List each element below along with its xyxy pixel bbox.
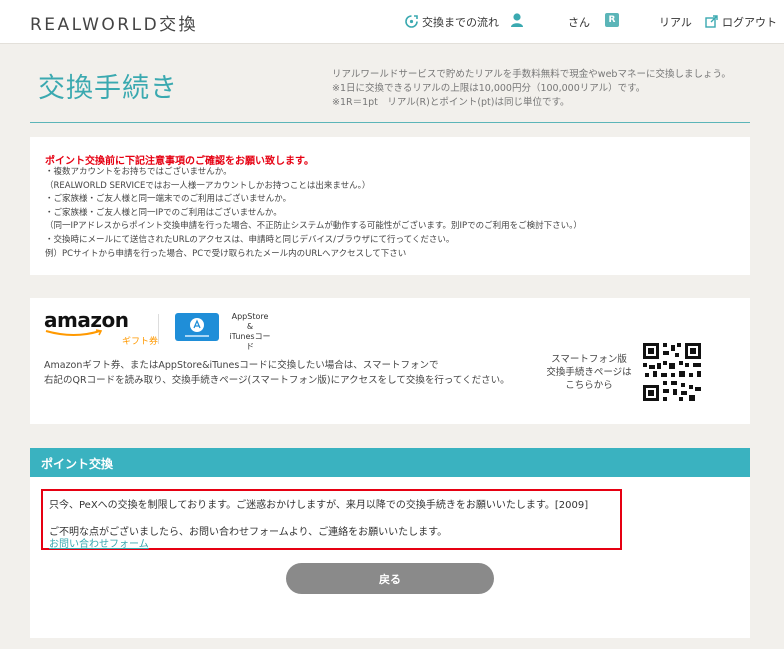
amazon-gift-label: ギフト券	[122, 337, 159, 347]
real-badge-icon: R	[605, 13, 619, 27]
user-name: さん	[568, 15, 590, 29]
amazon-appstore-panel: amazon ギフト券 AppStore & iTunesコード Amazonギ…	[30, 298, 750, 424]
site-logo[interactable]: REALWORLD交換	[30, 10, 198, 35]
logout-icon	[705, 15, 718, 28]
notice-item: （同一IPアドレスからポイント交換申請を行った場合、不正防止システムが動作する可…	[45, 221, 582, 232]
appstore-label-line: &	[246, 322, 254, 331]
page-description-line: リアルワールドサービスで貯めたリアルを手数料無料で現金やwebマネーに交換しまし…	[332, 69, 731, 80]
appstore-label: AppStore & iTunesコード	[226, 312, 274, 352]
notice-list: ・複数アカウントをお持ちではございませんか。 （REALWORLD SERVIC…	[45, 166, 582, 261]
alert-message: 只今、PeXへの交換を制限しております。ご迷惑おかけしますが、来月以降での交換手…	[49, 500, 589, 511]
amazon-description-line: Amazonギフト券、またはAppStore&iTunesコードに交換したい場合…	[44, 360, 439, 371]
back-button[interactable]: 戻る	[286, 563, 494, 594]
top-navigation-bar: REALWORLD交換 交換までの流れ さん R リアル ログアウト	[0, 0, 784, 44]
notice-item: ・ご家族様・ご友人様と同一端末でのご利用はございませんか。	[45, 194, 292, 205]
appstore-card-icon	[175, 313, 219, 341]
notice-item: （REALWORLD SERVICEではお一人様一アカウントしかお持つことは出来…	[45, 180, 371, 191]
notice-heading: ポイント交換前に下記注意事項のご確認をお願い致します。	[45, 156, 314, 167]
qr-label: スマートフォン版 交換手続きページは こちらから	[543, 353, 635, 392]
user-icon	[510, 12, 524, 32]
point-exchange-title: ポイント交換	[41, 457, 114, 471]
notice-panel: ポイント交換前に下記注意事項のご確認をお願い致します。 ・複数アカウントをお持ち…	[30, 137, 750, 275]
page-description-line: ※1日に交換できるリアルの上限は10,000円分（100,000リアル）です。	[332, 83, 646, 94]
page-description-line: ※1R＝1pt リアル(R)とポイント(pt)は同じ単位です。	[332, 97, 570, 108]
point-exchange-header: ポイント交換	[30, 448, 750, 477]
amazon-description-line: 右記のQRコードを読み取り、交換手続きページ(スマートフォン版)にアクセスをして…	[44, 375, 510, 386]
logo-divider	[158, 314, 159, 344]
exchange-flow-label: 交換までの流れ	[422, 15, 499, 29]
notice-item: ・交換時にメールにて送信されたURLのアクセスは、申請時と同じデバイス/ブラウザ…	[45, 234, 455, 245]
amazon-logo: amazon ギフト券	[44, 308, 158, 347]
page-title-area: 交換手続き リアルワールドサービスで貯めたリアルを手数料無料で現金やwebマネー…	[30, 60, 750, 123]
notice-item: 例）PCサイトから申請を行った場合、PCで受け取られたメール内のURLへアクセス…	[45, 248, 407, 259]
logout-link[interactable]: ログアウト	[705, 0, 777, 43]
amazon-description: Amazonギフト券、またはAppStore&iTunesコードに交換したい場合…	[44, 358, 510, 388]
contact-form-link[interactable]: お問い合わせフォーム	[49, 535, 149, 550]
appstore-label-line: iTunesコード	[229, 332, 271, 351]
notice-item: ・複数アカウントをお持ちではございませんか。	[45, 167, 232, 177]
exchange-restriction-alert: 只今、PeXへの交換を制限しております。ご迷惑おかけしますが、来月以降での交換手…	[41, 489, 622, 550]
amazon-logo-word: amazon	[44, 308, 129, 332]
exchange-flow-link[interactable]: 交換までの流れ	[405, 0, 499, 43]
page-title: 交換手続き	[38, 73, 178, 104]
appstore-label-line: AppStore	[231, 312, 269, 321]
point-exchange-panel: ポイント交換 只今、PeXへの交換を制限しております。ご迷惑おかけしますが、来月…	[30, 448, 750, 638]
qr-code-icon[interactable]	[641, 341, 703, 403]
page-description: リアルワールドサービスで貯めたリアルを手数料無料で現金やwebマネーに交換しまし…	[332, 68, 731, 110]
notice-item: ・ご家族様・ご友人様と同一IPでのご利用はございませんか。	[45, 207, 282, 218]
exchange-flow-icon	[405, 15, 418, 28]
qr-label-line: スマートフォン版	[551, 354, 627, 365]
qr-label-line: こちらから	[565, 380, 613, 391]
real-points-link[interactable]: リアル	[659, 0, 692, 43]
qr-label-line: 交換手続きページは	[546, 367, 632, 378]
logout-label: ログアウト	[722, 15, 777, 29]
